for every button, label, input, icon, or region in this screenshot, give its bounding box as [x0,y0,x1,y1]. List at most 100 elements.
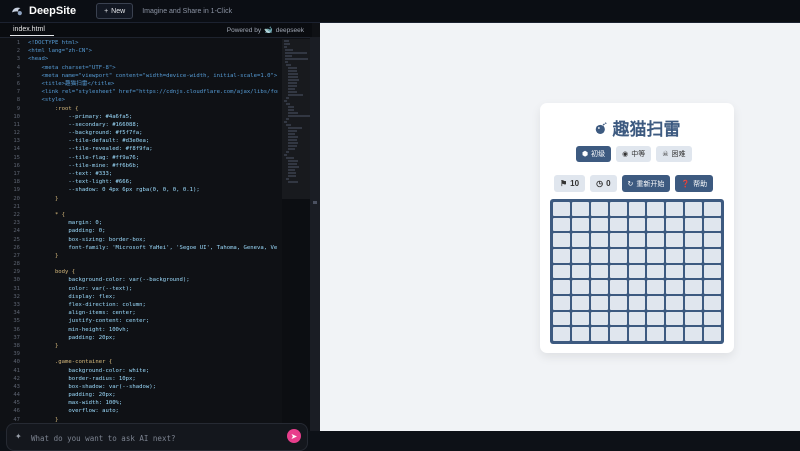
board-cell[interactable] [647,327,665,341]
board-cell[interactable] [590,264,608,279]
code-editor[interactable]: index.html Powered by 🐋 deepseek 1234567… [0,23,320,451]
board-cell[interactable] [685,280,703,294]
board-cell[interactable] [609,311,627,326]
board-cell[interactable] [704,217,721,232]
board-cell[interactable] [590,202,608,216]
board-cell[interactable] [647,280,665,294]
tab-index-html[interactable]: index.html [13,26,45,33]
board-cell[interactable] [666,249,684,263]
board-cell[interactable] [553,327,570,341]
board-cell[interactable] [571,249,589,263]
board-cell[interactable] [666,327,684,341]
board-cell[interactable] [666,202,684,216]
board-cell[interactable] [609,233,627,247]
board-cell[interactable] [628,249,646,263]
board-cell[interactable] [685,202,703,216]
minimap-viewport[interactable] [282,39,310,199]
board-cell[interactable] [685,311,703,326]
board-cell[interactable] [628,264,646,279]
board-cell[interactable] [647,311,665,326]
difficulty-button[interactable]: ☠ 困难 [656,146,692,162]
send-button[interactable]: ➤ [287,429,301,443]
board-cell[interactable] [666,233,684,247]
board-cell[interactable] [685,217,703,232]
board-cell[interactable] [590,327,608,341]
board-cell[interactable] [647,202,665,216]
powered-by-label: Powered by [226,26,262,34]
board-cell[interactable] [685,327,703,341]
code-line: * { [28,211,66,218]
board-cell[interactable] [666,280,684,294]
board-cell[interactable] [590,296,608,310]
board-cell[interactable] [590,233,608,247]
board-cell[interactable] [571,311,589,326]
help-button[interactable]: ❓ 帮助 [675,175,714,192]
board-cell[interactable] [628,296,646,310]
board-cell[interactable] [628,327,646,341]
board-cell[interactable] [647,264,665,279]
code-line: overflow: auto; [28,408,119,415]
board-cell[interactable] [553,280,570,294]
board-cell[interactable] [628,311,646,326]
board-cell[interactable] [571,280,589,294]
board-cell[interactable] [571,217,589,232]
board-cell[interactable] [704,327,721,341]
board-cell[interactable] [571,233,589,247]
board-cell[interactable] [704,202,721,216]
board-cell[interactable] [647,249,665,263]
board-cell[interactable] [647,233,665,247]
board-cell[interactable] [666,296,684,310]
board-cell[interactable] [704,249,721,263]
board-cell[interactable] [628,202,646,216]
board-cell[interactable] [628,217,646,232]
board-cell[interactable] [685,296,703,310]
board-cell[interactable] [609,249,627,263]
board-cell[interactable] [704,233,721,247]
board-cell[interactable] [571,327,589,341]
board-cell[interactable] [590,280,608,294]
board-cell[interactable] [666,311,684,326]
board-cell[interactable] [609,264,627,279]
board-cell[interactable] [571,296,589,310]
board-cell[interactable] [571,264,589,279]
board-cell[interactable] [704,311,721,326]
board-cell[interactable] [704,280,721,294]
board-cell[interactable] [553,249,570,263]
board-cell[interactable] [628,280,646,294]
ai-prompt-input[interactable] [29,430,273,446]
splitter-handle[interactable] [313,201,317,204]
board-cell[interactable] [571,202,589,216]
difficulty-button[interactable]: ◉ 中等 [616,146,652,162]
board-cell[interactable] [704,264,721,279]
board-cell[interactable] [685,249,703,263]
board-cell[interactable] [553,202,570,216]
board-cell[interactable] [666,264,684,279]
board-cell[interactable] [553,264,570,279]
code-area[interactable]: <!DOCTYPE html> <html lang="zh-CN"> <head>… [28,39,278,431]
board-cell[interactable] [609,296,627,310]
board-cell[interactable] [609,202,627,216]
board-cell[interactable] [647,217,665,232]
board-cell[interactable] [609,280,627,294]
restart-button[interactable]: ↻ 重新开始 [621,175,671,192]
board-cell[interactable] [553,296,570,310]
board-cell[interactable] [647,296,665,310]
board-cell[interactable] [590,311,608,326]
new-button[interactable]: + New [96,3,134,19]
board-cell[interactable] [553,233,570,247]
board-cell[interactable] [553,311,570,326]
board-cell[interactable] [685,233,703,247]
board-cell[interactable] [609,327,627,341]
board-cell[interactable] [704,296,721,310]
difficulty-button[interactable]: ⬢ 初级 [576,146,612,162]
board-cell[interactable] [590,249,608,263]
board-cell[interactable] [685,264,703,279]
app-logo[interactable]: DeepSite [10,4,76,18]
board-cell[interactable] [590,217,608,232]
board-cell[interactable] [553,217,570,232]
board-cell[interactable] [666,217,684,232]
panel-splitter[interactable] [310,37,320,431]
board-cell[interactable] [609,217,627,232]
board-cell[interactable] [628,233,646,247]
code-line: font-family: 'Microsoft YaHei', 'Segoe U… [28,244,278,251]
